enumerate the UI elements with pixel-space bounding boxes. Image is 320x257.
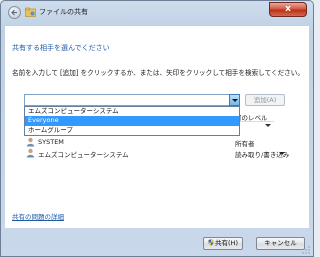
user-name-combobox[interactable] [24, 94, 240, 106]
user-icon [26, 148, 35, 158]
user-name: エムズコンピューターシステム [38, 151, 129, 159]
back-button[interactable] [8, 6, 21, 19]
back-arrow-icon [11, 9, 17, 16]
list-item[interactable]: SYSTEM 所有者 [24, 137, 286, 148]
list-item[interactable]: エムズコンピューターシステム 読み取り/書き込み [24, 148, 289, 159]
folder-share-icon [25, 7, 36, 17]
dropdown-option[interactable]: ホームグループ [25, 126, 239, 135]
user-name: SYSTEM [38, 138, 64, 146]
combobox-dropdown-button[interactable] [229, 94, 240, 106]
dropdown-option-selected[interactable]: Everyone [25, 116, 239, 126]
dialog-content: 共有する相手を選んでください 名前を入力して [追加] をクリックするか、または… [5, 25, 309, 228]
share-button[interactable]: 共有(H) [203, 237, 243, 250]
user-icon [26, 137, 35, 147]
add-button[interactable]: 追加(A) [245, 94, 285, 106]
uac-shield-icon [208, 239, 214, 246]
cancel-button[interactable]: キャンセル [256, 237, 305, 250]
close-button[interactable]: x [269, 2, 307, 17]
file-sharing-dialog: ファイルの共有 x 共有する相手を選んでください 名前を入力して [追加] をク… [0, 0, 314, 257]
page-heading: 共有する相手を選んでください [12, 44, 110, 52]
title-bar: ファイルの共有 x [1, 1, 313, 25]
window-title: ファイルの共有 [39, 8, 88, 16]
user-dropdown-list: エムズコンピューターシステム Everyone ホームグループ [24, 106, 240, 136]
sort-arrow-icon [265, 124, 271, 127]
sharing-help-link[interactable]: 共有の問題の詳細 [12, 211, 64, 221]
chevron-down-icon[interactable] [279, 152, 285, 155]
resize-grip-icon[interactable] [302, 246, 310, 254]
instruction-text: 名前を入力して [追加] をクリックするか、または、矢印をクリックして相手を検索… [12, 69, 304, 77]
dropdown-option[interactable]: エムズコンピューターシステム [25, 107, 239, 116]
chevron-down-icon [232, 99, 238, 102]
share-button-label: 共有(H) [215, 239, 238, 247]
user-permission: 所有者 [235, 140, 255, 148]
